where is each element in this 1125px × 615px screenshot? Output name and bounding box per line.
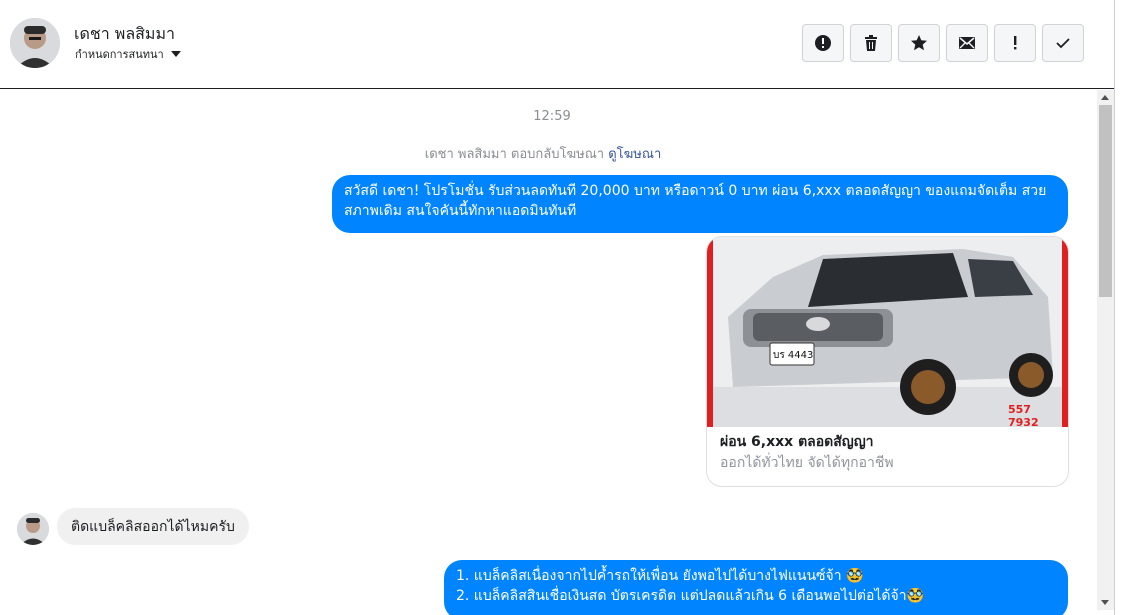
exclamation-icon	[1014, 36, 1017, 50]
caret-down-icon	[170, 51, 181, 57]
ad-card-title: ผ่อน 6,xxx ตลอดสัญญา	[720, 434, 874, 450]
report-button[interactable]	[802, 24, 844, 62]
contact-avatar[interactable]	[10, 18, 60, 68]
ad-card-subtitle: ออกได้ทั่วไทย จัดได้ทุกอาชีพ	[720, 455, 894, 471]
header-toolbar	[802, 24, 1084, 62]
conversation-schedule-dropdown[interactable]: กำหนดการสนทนา	[75, 45, 181, 63]
reply-line-1: 1. แบล็คลิสเนื่องจากไปค้ำรถให้เพื่อน ยัง…	[456, 568, 864, 584]
check-icon	[1056, 38, 1070, 49]
pane-divider	[1114, 0, 1115, 615]
view-ad-link[interactable]: ดูโฆษณา	[608, 147, 661, 162]
ad-reply-notice: เดชา พลสิมมา ตอบกลับโฆษณา ดูโฆษณา	[0, 143, 1086, 164]
spam-button[interactable]	[994, 24, 1036, 62]
trash-icon	[865, 35, 877, 51]
conversation-header: เดชา พลสิมมา กำหนดการสนทนา	[0, 0, 1114, 89]
ad-card-image: บร 4443 557 7932	[707, 237, 1068, 429]
license-plate: บร 4443	[773, 350, 814, 361]
envelope-icon	[959, 37, 975, 49]
alert-circle-icon	[815, 35, 831, 51]
star-button[interactable]	[898, 24, 940, 62]
avatar-photo	[10, 18, 60, 68]
incoming-message[interactable]: ติดแบล็คลิสออกได้ไหมครับ	[57, 508, 249, 545]
contact-name: เดชา พลสิมมา	[74, 24, 175, 43]
reply-line-2: 2. แบล็คลิสสินเชื่อเงินสด บัตรเครดิต แต่…	[456, 588, 925, 604]
avatar-photo-small	[17, 513, 49, 545]
outgoing-message[interactable]: สวัสดี เดชา! โปรโมชั่น รับส่วนลดทันที 20…	[332, 175, 1068, 233]
mark-done-button[interactable]	[1042, 24, 1084, 62]
pickup-truck-image	[713, 237, 1062, 427]
scroll-down-arrow-icon[interactable]	[1101, 600, 1109, 605]
vertical-scrollbar[interactable]	[1097, 90, 1114, 610]
phone-watermark: 557 7932	[1008, 403, 1039, 429]
message-timestamp: 12:59	[533, 109, 571, 124]
ad-card[interactable]: บร 4443 557 7932 ผ่อน 6,xxx ตลอดสัญญา ออ…	[706, 236, 1069, 487]
star-icon	[911, 35, 927, 51]
ad-reply-text: เดชา พลสิมมา ตอบกลับโฆษณา	[424, 147, 605, 162]
contact-avatar-small	[17, 513, 49, 545]
delete-button[interactable]	[850, 24, 892, 62]
mark-unread-button[interactable]	[946, 24, 988, 62]
schedule-label: กำหนดการสนทนา	[75, 48, 164, 61]
outgoing-message-reply[interactable]: 1. แบล็คลิสเนื่องจากไปค้ำรถให้เพื่อน ยัง…	[444, 560, 1068, 615]
scroll-up-arrow-icon[interactable]	[1101, 95, 1109, 100]
scroll-thumb[interactable]	[1099, 105, 1112, 297]
